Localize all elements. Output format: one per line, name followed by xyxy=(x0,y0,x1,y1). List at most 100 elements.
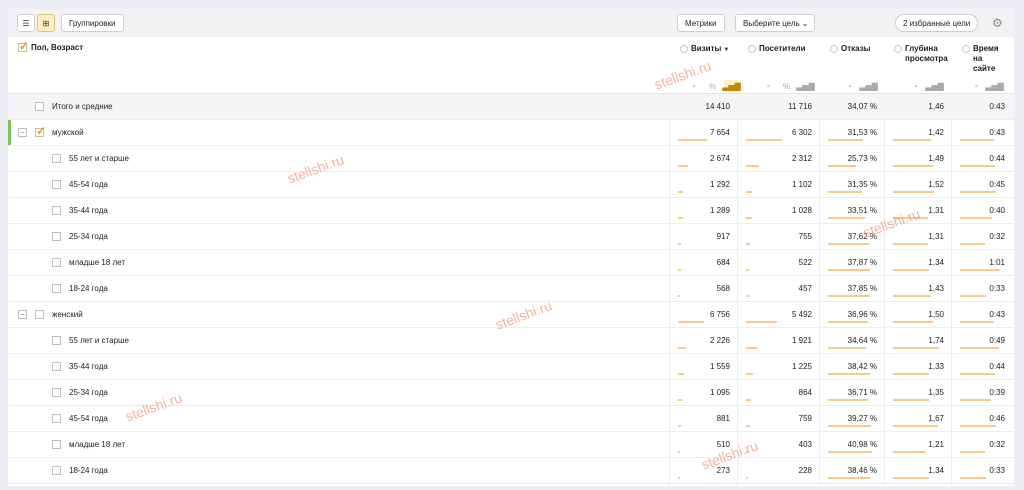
pie-chart-icon[interactable]: ◔ xyxy=(842,80,857,92)
bar-chart-icon[interactable]: ▃▅▇ xyxy=(859,80,877,92)
cell-time: 0:33 xyxy=(989,284,1005,293)
goal-select[interactable]: Выберите цель ⌄ xyxy=(735,14,816,32)
totals-row[interactable]: Итого и средние 14 410 11 716 34,07 % 1,46 0:… xyxy=(8,94,1014,120)
value-bar-time xyxy=(960,425,997,427)
row-checkbox[interactable] xyxy=(52,362,61,371)
row-label: младше 18 лет xyxy=(69,258,126,267)
table-row[interactable]: 25-34 года 917 755 37,62 % 1,31 0:32 xyxy=(8,224,1014,250)
groupings-button[interactable]: Группировки xyxy=(61,14,124,32)
radio-icon[interactable] xyxy=(962,45,970,53)
row-label-cell: 25-34 года xyxy=(52,380,108,405)
row-checkbox[interactable] xyxy=(35,310,44,319)
pie-chart-icon[interactable]: ◔ xyxy=(908,80,923,92)
cell-depth: 1,35 xyxy=(928,388,944,397)
table-row[interactable]: 25-34 года 1 095 864 36,71 % 1,35 0:39 xyxy=(8,380,1014,406)
value-bar-depth xyxy=(893,139,931,141)
row-checkbox[interactable] xyxy=(35,124,46,138)
pie-chart-icon[interactable]: ◔ xyxy=(968,80,983,92)
cell-visitors: 522 xyxy=(798,258,812,267)
cell-bounces: 36,71 % xyxy=(847,388,877,397)
table-row[interactable]: младше 18 лет 684 522 37,87 % 1,34 1:01 xyxy=(8,250,1014,276)
select-all-checkbox[interactable] xyxy=(18,39,29,53)
value-bar-bounces xyxy=(828,269,870,271)
value-bar-time xyxy=(960,295,987,297)
group-row[interactable]: − женский 6 756 5 492 36,96 % 1,50 0:43 xyxy=(8,302,1014,328)
favorite-goals-button[interactable]: 2 избранные цели xyxy=(895,14,979,32)
row-label-cell: 55 лет и старше xyxy=(52,328,129,353)
value-bar-visitors xyxy=(746,347,757,349)
row-checkbox[interactable] xyxy=(35,102,44,111)
bar-chart-icon[interactable]: ▃▅▇ xyxy=(796,80,814,92)
radio-icon[interactable] xyxy=(830,45,838,53)
cell-depth: 1,50 xyxy=(928,310,944,319)
radio-icon[interactable] xyxy=(894,45,902,53)
view-mode-icons: ◔ ▃▅▇ xyxy=(908,80,944,92)
row-checkbox[interactable] xyxy=(52,284,61,293)
row-checkbox[interactable] xyxy=(52,440,61,449)
bar-chart-icon[interactable]: ▃▅▇ xyxy=(985,80,1003,92)
value-bar-visits xyxy=(678,139,708,141)
row-checkbox[interactable] xyxy=(52,154,61,163)
gear-icon[interactable]: ⚙ xyxy=(992,17,1004,29)
value-bar-visits xyxy=(678,217,683,219)
metrics-button[interactable]: Метрики xyxy=(677,14,725,32)
cell-visits: 1 095 xyxy=(709,388,730,397)
pie-chart-icon[interactable]: ◔ xyxy=(760,80,775,92)
table-row[interactable]: 35-44 года 1 559 1 225 38,42 % 1,33 0:44 xyxy=(8,354,1014,380)
pie-chart-icon[interactable]: ◔ xyxy=(686,80,701,92)
table-row[interactable]: 45-54 года 881 759 39,27 % 1,67 0:46 xyxy=(8,406,1014,432)
cell-visitors: 457 xyxy=(798,284,812,293)
table-row[interactable]: 18-24 года 568 457 37,85 % 1,43 0:33 xyxy=(8,276,1014,302)
row-checkbox[interactable] xyxy=(52,336,61,345)
radio-icon[interactable] xyxy=(680,45,688,53)
cell-depth: 1,34 xyxy=(928,466,944,475)
table-row[interactable]: 55 лет и старше 2 226 1 921 34,64 % 1,74 0:49 xyxy=(8,328,1014,354)
cell-visits: 2 226 xyxy=(709,336,730,345)
value-bar-time xyxy=(960,217,992,219)
table-row[interactable]: 55 лет и старше 2 674 2 312 25,73 % 1,49 0:44 xyxy=(8,146,1014,172)
tree-view-button[interactable]: ⊞ xyxy=(37,14,55,32)
table-row[interactable]: 35-44 года 1 289 1 028 33,51 % 1,31 0:40 xyxy=(8,198,1014,224)
cell-visitors: 759 xyxy=(798,414,812,423)
collapse-icon[interactable]: − xyxy=(18,128,27,137)
cell-visits: 1 292 xyxy=(709,180,730,189)
row-checkbox[interactable] xyxy=(52,232,61,241)
percent-icon[interactable]: % xyxy=(779,80,794,92)
value-bar-visitors xyxy=(746,243,750,245)
bar-chart-icon[interactable]: ▃▅▇ xyxy=(925,80,943,92)
favorite-goals-label: 2 избранные цели xyxy=(903,18,971,28)
row-label-cell: Итого и средние xyxy=(35,94,113,119)
cell-visitors: 1 102 xyxy=(791,180,812,189)
value-bar-time xyxy=(960,269,1000,271)
row-checkbox[interactable] xyxy=(52,206,61,215)
cell-bounces: 37,85 % xyxy=(847,284,877,293)
cell-depth: 1,43 xyxy=(928,284,944,293)
group-row[interactable]: − мужской 7 654 6 302 31,53 % 1,42 0:43 xyxy=(8,120,1014,146)
row-label: 25-34 года xyxy=(69,232,108,241)
row-checkbox[interactable] xyxy=(52,258,61,267)
row-checkbox[interactable] xyxy=(52,180,61,189)
row-checkbox[interactable] xyxy=(52,388,61,397)
table-row[interactable]: 18-24 года 273 228 38,46 % 1,34 0:33 xyxy=(8,458,1014,484)
value-bar-depth xyxy=(893,217,929,219)
value-bar-depth xyxy=(893,165,933,167)
row-checkbox[interactable] xyxy=(52,414,61,423)
bar-chart-icon[interactable]: ▃▅▇ xyxy=(722,80,741,92)
cell-depth: 1,42 xyxy=(928,128,944,137)
column-visitors-title: Посетители xyxy=(748,44,806,54)
table-row[interactable]: 45-54 года 1 292 1 102 31,35 % 1,52 0:45 xyxy=(8,172,1014,198)
list-view-button[interactable]: ☰ xyxy=(17,14,35,32)
percent-icon[interactable]: % xyxy=(705,80,720,92)
collapse-icon[interactable]: − xyxy=(18,310,27,319)
value-bar-visitors xyxy=(746,165,760,167)
row-checkbox[interactable] xyxy=(52,466,61,475)
column-time-label: Время xyxy=(973,44,999,53)
radio-icon[interactable] xyxy=(748,45,756,53)
value-bar-visitors xyxy=(746,269,749,271)
value-bar-visits xyxy=(678,165,689,167)
cell-visits: 510 xyxy=(716,440,730,449)
cell-bounces: 31,35 % xyxy=(847,180,877,189)
column-depth-label-2: просмотра xyxy=(905,54,948,63)
column-visitors-label: Посетители xyxy=(759,44,806,53)
table-row[interactable]: младше 18 лет 510 403 40,98 % 1,21 0:32 xyxy=(8,432,1014,458)
